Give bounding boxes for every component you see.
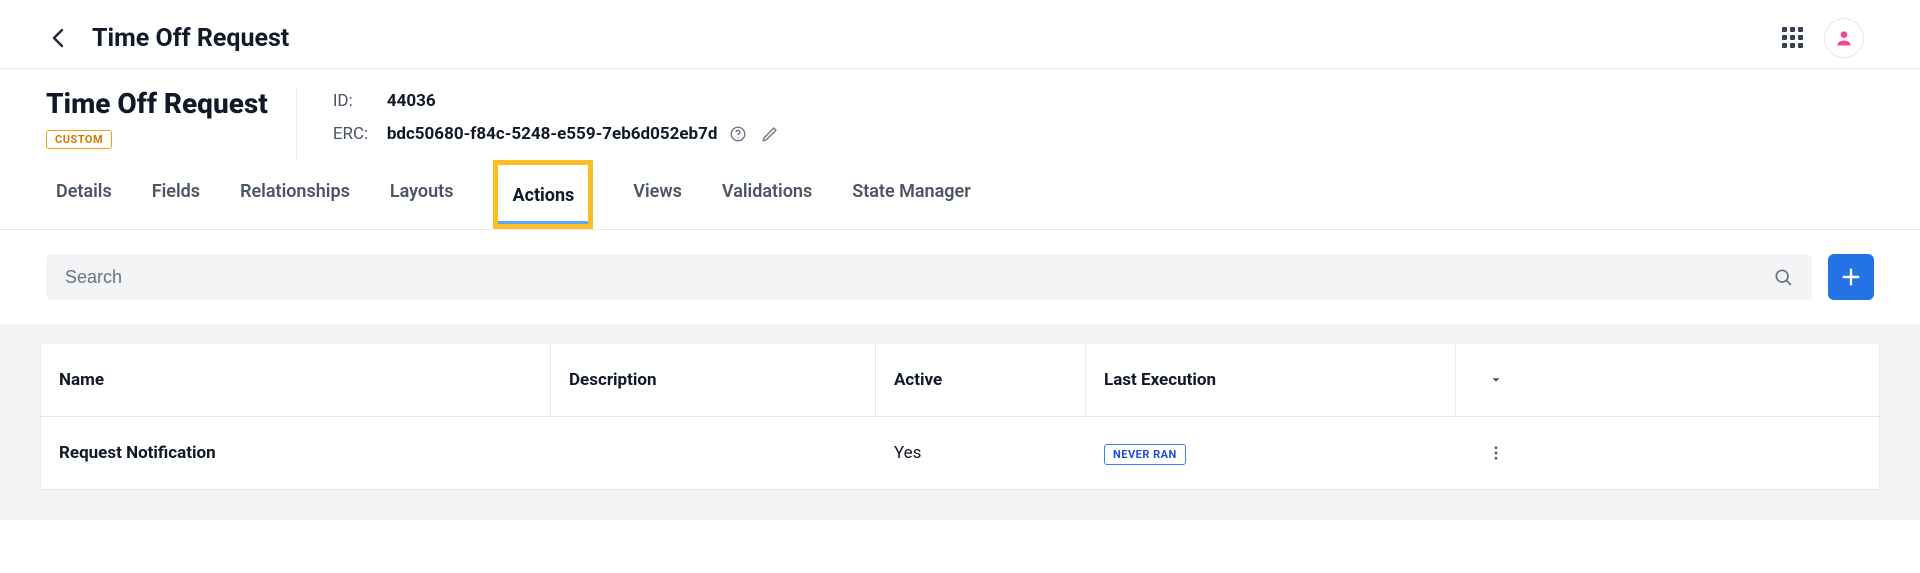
tab-details[interactable]: Details bbox=[56, 161, 112, 229]
cell-description bbox=[551, 427, 876, 479]
object-id-row: ID: 44036 bbox=[333, 91, 782, 111]
caret-down-icon bbox=[1489, 373, 1503, 387]
cell-active: Yes bbox=[876, 417, 1086, 489]
table-row[interactable]: Request Notification Yes NEVER RAN bbox=[41, 417, 1879, 490]
col-last-execution[interactable]: Last Execution bbox=[1086, 344, 1456, 416]
apps-menu-button[interactable] bbox=[1782, 27, 1804, 49]
user-icon bbox=[1834, 28, 1854, 48]
tab-layouts[interactable]: Layouts bbox=[390, 161, 454, 229]
object-name: Time Off Request bbox=[46, 87, 268, 120]
erc-help-button[interactable] bbox=[727, 123, 749, 145]
pencil-icon bbox=[761, 125, 779, 143]
object-erc-row: ERC: bdc50680-f84c-5248-e559-7eb6d052eb7… bbox=[333, 123, 782, 145]
tab-state-manager[interactable]: State Manager bbox=[852, 161, 970, 229]
top-bar: Time Off Request bbox=[0, 0, 1920, 68]
erc-edit-button[interactable] bbox=[759, 123, 781, 145]
search-box[interactable] bbox=[46, 254, 1812, 300]
col-description[interactable]: Description bbox=[551, 344, 876, 416]
chevron-left-icon bbox=[51, 28, 65, 48]
custom-badge: CUSTOM bbox=[46, 130, 112, 149]
tab-validations[interactable]: Validations bbox=[722, 161, 812, 229]
col-name[interactable]: Name bbox=[41, 344, 551, 416]
object-id-value: 44036 bbox=[387, 91, 436, 111]
topbar-left: Time Off Request bbox=[46, 24, 289, 53]
tab-actions[interactable]: Actions bbox=[493, 160, 593, 229]
search-icon bbox=[1773, 267, 1793, 287]
page-title: Time Off Request bbox=[92, 24, 289, 53]
search-input[interactable] bbox=[65, 267, 1773, 288]
plus-icon bbox=[1840, 266, 1862, 288]
cell-name: Request Notification bbox=[41, 417, 551, 489]
content-panel: Name Description Active Last Execution R… bbox=[0, 324, 1920, 520]
object-header-section: Time Off Request CUSTOM ID: 44036 ERC: b… bbox=[0, 68, 1920, 230]
tab-relationships[interactable]: Relationships bbox=[240, 161, 350, 229]
object-identity: Time Off Request CUSTOM bbox=[46, 87, 297, 161]
help-icon bbox=[729, 125, 747, 143]
tab-views[interactable]: Views bbox=[633, 161, 682, 229]
col-settings-button[interactable] bbox=[1456, 347, 1536, 413]
cell-last-execution: NEVER RAN bbox=[1086, 417, 1456, 489]
search-add-row bbox=[0, 230, 1920, 324]
user-avatar-button[interactable] bbox=[1824, 18, 1864, 58]
kebab-icon bbox=[1487, 444, 1505, 462]
actions-table: Name Description Active Last Execution R… bbox=[40, 344, 1880, 490]
last-execution-badge: NEVER RAN bbox=[1104, 444, 1186, 465]
col-active[interactable]: Active bbox=[876, 344, 1086, 416]
object-erc-label: ERC: bbox=[333, 124, 377, 144]
topbar-right bbox=[1782, 18, 1874, 58]
back-button[interactable] bbox=[46, 26, 70, 50]
tabs-row: Details Fields Relationships Layouts Act… bbox=[0, 161, 1920, 229]
object-erc-value: bdc50680-f84c-5248-e559-7eb6d052eb7d bbox=[387, 124, 718, 144]
object-id-label: ID: bbox=[333, 91, 377, 111]
object-meta: ID: 44036 ERC: bdc50680-f84c-5248-e559-7… bbox=[333, 87, 782, 161]
tab-fields[interactable]: Fields bbox=[152, 161, 200, 229]
table-header-row: Name Description Active Last Execution bbox=[41, 344, 1879, 417]
row-actions-menu[interactable] bbox=[1456, 418, 1536, 488]
add-action-button[interactable] bbox=[1828, 254, 1874, 300]
